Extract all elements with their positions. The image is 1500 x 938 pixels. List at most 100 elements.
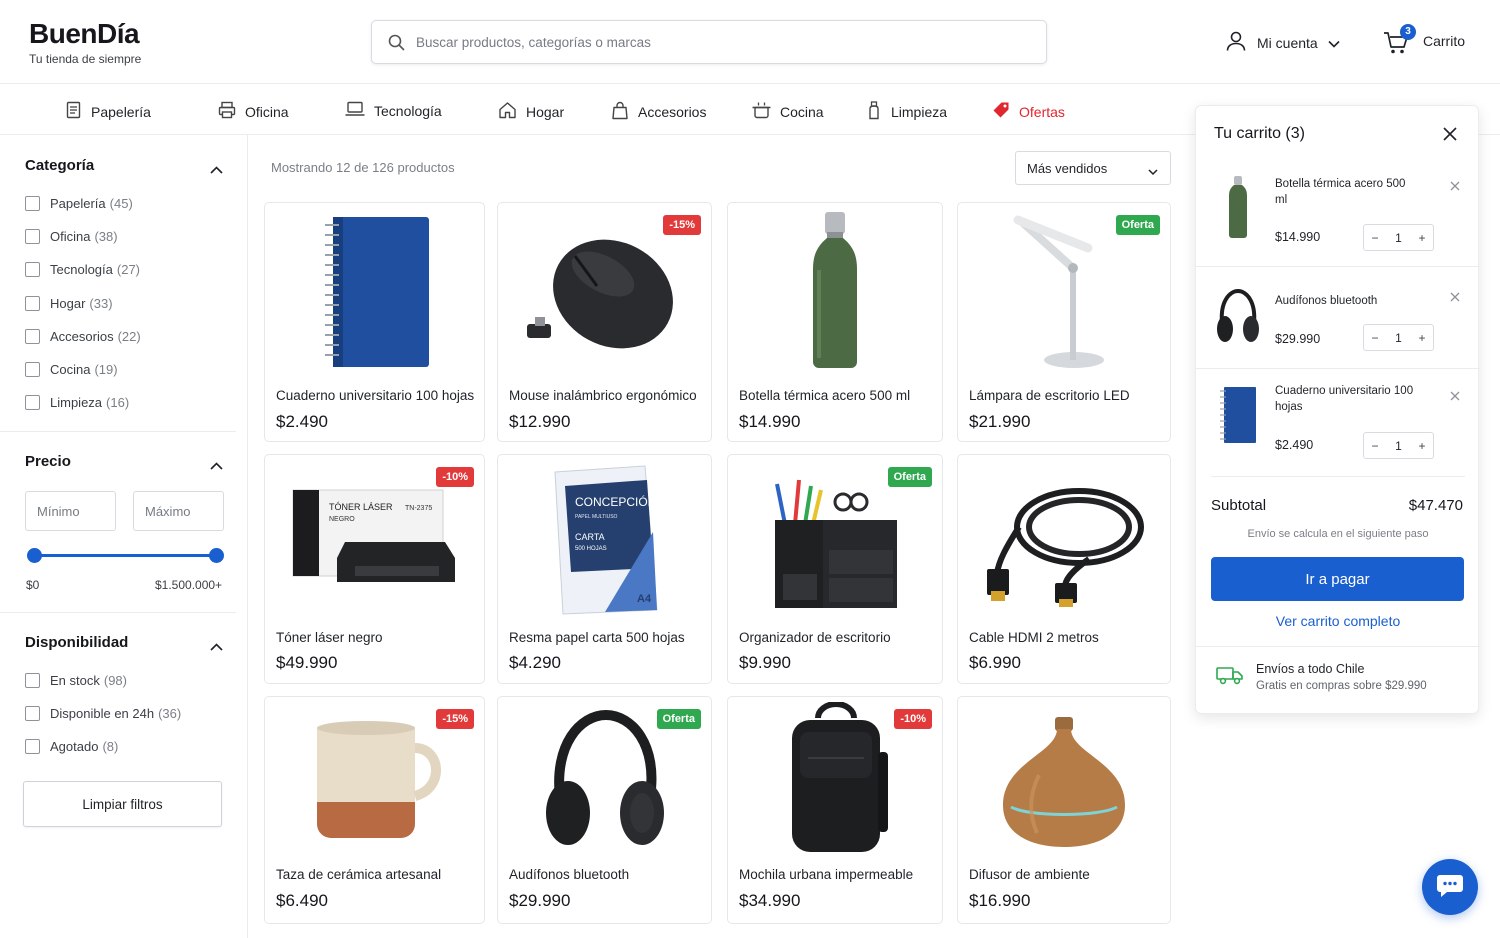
brand-logo[interactable]: BuenDía Tu tienda de siempre	[29, 18, 141, 66]
product-image-backpack	[728, 697, 942, 862]
product-title[interactable]: Cable HDMI 2 metros	[969, 630, 1099, 645]
product-price: $49.990	[276, 653, 338, 672]
checkbox[interactable]	[25, 395, 40, 410]
remove-item-icon[interactable]	[1450, 388, 1460, 406]
checkout-button[interactable]: Ir a pagar	[1211, 557, 1464, 601]
cart-item-name: Audífonos bluetooth	[1275, 295, 1378, 307]
product-card[interactable]: -15% Mouse inalámbrico ergonómico $12.99…	[497, 202, 712, 442]
search-input[interactable]	[416, 21, 1026, 63]
user-icon	[1225, 30, 1247, 55]
product-title[interactable]: Resma papel carta 500 hojas	[509, 630, 685, 645]
filter-option-agotado[interactable]: Agotado (8)	[25, 739, 118, 754]
close-icon[interactable]	[1443, 127, 1457, 146]
product-title[interactable]: Lámpara de escritorio LED	[969, 388, 1130, 403]
product-price: $21.990	[969, 412, 1031, 431]
nav-item-oficina[interactable]: Oficina	[218, 101, 289, 122]
shipping-info: Envíos a todo Chile Gratis en compras so…	[1216, 662, 1427, 692]
chevron-up-icon[interactable]	[210, 161, 223, 179]
product-price: $4.290	[509, 653, 561, 672]
filter-option-accesorios[interactable]: Accesorios (22)	[25, 329, 141, 344]
quantity-stepper: − 1 +	[1363, 224, 1434, 251]
nav-item-hogar[interactable]: Hogar	[498, 101, 564, 122]
product-card[interactable]: CONCEPCIÓN PAPEL MULTIUSO CARTA 500 HOJAS A4…	[497, 454, 712, 684]
product-title[interactable]: Mochila urbana impermeable	[739, 867, 913, 882]
product-title[interactable]: Cuaderno universitario 100 hojas	[276, 388, 474, 403]
chat-button[interactable]	[1422, 859, 1478, 915]
filter-option-papeleria[interactable]: Papelería (45)	[25, 196, 133, 211]
price-max-input[interactable]	[133, 491, 224, 531]
product-title[interactable]: Difusor de ambiente	[969, 867, 1090, 882]
filter-option-cocina[interactable]: Cocina (19)	[25, 362, 118, 377]
product-title[interactable]: Mouse inalámbrico ergonómico	[509, 388, 697, 403]
increase-button[interactable]: +	[1411, 231, 1433, 245]
product-title[interactable]: Taza de cerámica artesanal	[276, 867, 441, 882]
nav-item-accesorios[interactable]: Accesorios	[611, 101, 706, 123]
home-icon	[498, 101, 517, 122]
account-menu[interactable]: Mi cuenta	[1225, 30, 1340, 55]
checkbox[interactable]	[25, 296, 40, 311]
product-title[interactable]: Audífonos bluetooth	[509, 867, 629, 882]
nav-item-tecnologia[interactable]: Tecnología	[345, 101, 442, 120]
product-card[interactable]: Oferta Organizador de escritorio $9.990	[727, 454, 943, 684]
search-bar[interactable]	[371, 20, 1047, 64]
filter-option-en-stock[interactable]: En stock (98)	[25, 673, 127, 688]
product-card[interactable]: Botella térmica acero 500 ml $14.990	[727, 202, 943, 442]
decrease-button[interactable]: −	[1364, 231, 1386, 245]
price-min-input[interactable]	[25, 491, 116, 531]
price-min-handle[interactable]	[27, 548, 42, 563]
decrease-button[interactable]: −	[1364, 439, 1386, 453]
remove-item-icon[interactable]	[1450, 289, 1460, 307]
checkbox[interactable]	[25, 196, 40, 211]
product-card[interactable]: -15% Taza de cerámica artesanal $6.490	[264, 696, 485, 924]
product-title[interactable]: Organizador de escritorio	[739, 630, 891, 645]
cart-thumb-bottle	[1216, 175, 1260, 239]
chevron-up-icon[interactable]	[210, 638, 223, 656]
price-range-track[interactable]	[34, 554, 216, 557]
view-cart-link[interactable]: Ver carrito completo	[1196, 613, 1480, 629]
product-card[interactable]: Oferta Lámpara de escritorio LED $21.990	[957, 202, 1171, 442]
laptop-icon	[345, 101, 365, 120]
increase-button[interactable]: +	[1411, 331, 1433, 345]
nav-label: Oficina	[245, 103, 289, 120]
filter-option-hogar[interactable]: Hogar (33)	[25, 296, 113, 311]
option-count: (36)	[158, 706, 182, 721]
nav-item-papeleria[interactable]: Papelería	[65, 101, 151, 122]
product-card[interactable]: Cuaderno universitario 100 hojas $2.490	[264, 202, 485, 442]
product-card[interactable]: -10% TÓNER LÁSER NEGRO TN-2375 Tóner láser…	[264, 454, 485, 684]
decrease-button[interactable]: −	[1364, 331, 1386, 345]
product-card[interactable]: Cable HDMI 2 metros $6.990	[957, 454, 1171, 684]
product-card[interactable]: Difusor de ambiente $16.990	[957, 696, 1171, 924]
clear-filters-button[interactable]: Limpiar filtros	[23, 781, 222, 827]
nav-item-limpieza[interactable]: Limpieza	[866, 101, 947, 123]
product-title[interactable]: Botella térmica acero 500 ml	[739, 388, 910, 403]
checkbox[interactable]	[25, 329, 40, 344]
tag-icon	[992, 101, 1010, 122]
checkbox[interactable]	[25, 229, 40, 244]
filter-option-oficina[interactable]: Oficina (38)	[25, 229, 118, 244]
checkbox[interactable]	[25, 362, 40, 377]
product-card[interactable]: Oferta Audífonos bluetooth $29.990	[497, 696, 712, 924]
filter-option-24h[interactable]: Disponible en 24h (36)	[25, 706, 181, 721]
option-count: (98)	[103, 673, 127, 688]
product-card[interactable]: -10% Mochila urbana impermeable $34.990	[727, 696, 943, 924]
checkbox[interactable]	[25, 739, 40, 754]
remove-item-icon[interactable]	[1450, 178, 1460, 196]
product-title[interactable]: Tóner láser negro	[276, 630, 383, 645]
toner-box-label: TÓNER LÁSER	[329, 502, 393, 512]
option-count: (33)	[89, 296, 113, 311]
nav-item-cocina[interactable]: Cocina	[752, 101, 824, 122]
checkbox[interactable]	[25, 673, 40, 688]
filter-option-tecnologia[interactable]: Tecnología (27)	[25, 262, 140, 277]
cart-button[interactable]: 3 Carrito	[1383, 24, 1465, 56]
cart-thumb-notebook	[1216, 383, 1260, 447]
filter-option-limpieza[interactable]: Limpieza (16)	[25, 395, 129, 410]
increase-button[interactable]: +	[1411, 439, 1433, 453]
chevron-up-icon[interactable]	[210, 457, 223, 475]
product-price: $6.490	[276, 891, 328, 910]
toner-box-label: TN-2375	[405, 505, 432, 512]
checkbox[interactable]	[25, 262, 40, 277]
price-max-handle[interactable]	[209, 548, 224, 563]
nav-item-ofertas[interactable]: Ofertas	[992, 101, 1065, 122]
checkbox[interactable]	[25, 706, 40, 721]
sort-dropdown[interactable]: Más vendidos	[1015, 151, 1171, 185]
